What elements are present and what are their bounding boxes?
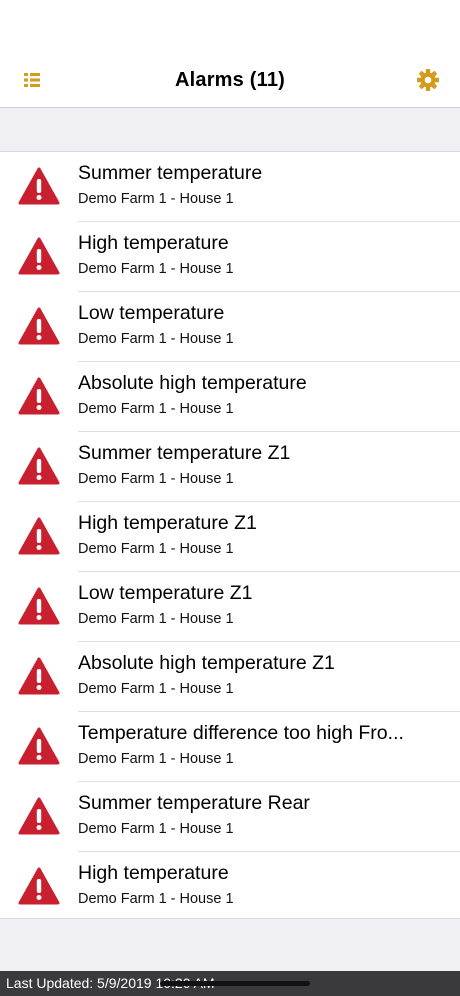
alarm-row[interactable]: Summer temperature Z1 Demo Farm 1 - House… [0,432,460,502]
alarm-location: Demo Farm 1 - House 1 [78,891,234,907]
gear-icon [417,69,439,91]
alarm-title: Summer temperature Rear [78,792,310,814]
alarm-row[interactable]: High temperature Demo Farm 1 - House 1 [0,852,460,922]
alarm-row[interactable]: Absolute high temperature Demo Farm 1 - H… [0,362,460,432]
warning-triangle-icon [18,517,60,555]
alarm-title: Low temperature [78,302,225,324]
alarm-location: Demo Farm 1 - House 1 [78,401,234,417]
alarm-location: Demo Farm 1 - House 1 [78,331,234,347]
warning-triangle-icon [18,867,60,905]
alarm-row[interactable]: Temperature difference too high Fro... De… [0,712,460,782]
page-title: Alarms (11) [174,69,286,91]
alarm-row[interactable]: Absolute high temperature Z1 Demo Farm 1 … [0,642,460,712]
warning-triangle-icon [18,727,60,765]
alarm-row[interactable]: High temperature Demo Farm 1 - House 1 [0,222,460,292]
warning-triangle-icon [18,447,60,485]
warning-triangle-icon [18,307,60,345]
alarm-title: Absolute high temperature Z1 [78,652,335,674]
alarm-location: Demo Farm 1 - House 1 [78,191,234,207]
warning-triangle-icon [18,167,60,205]
section-spacer [0,108,460,151]
alarm-list: Summer temperature Demo Farm 1 - House 1H… [0,151,460,919]
alarm-row[interactable]: Summer temperature Rear Demo Farm 1 - Hou… [0,782,460,852]
navigation-bar: Alarms (11) [0,52,460,108]
warning-triangle-icon [18,587,60,625]
alarm-row[interactable]: Low temperature Z1 Demo Farm 1 - House 1 [0,572,460,642]
alarm-location: Demo Farm 1 - House 1 [78,611,234,627]
alarm-location: Demo Farm 1 - House 1 [78,821,234,837]
warning-triangle-icon [18,377,60,415]
alarm-location: Demo Farm 1 - House 1 [78,261,234,277]
alarm-title: Temperature difference too high Fro... [78,722,404,744]
warning-triangle-icon [18,797,60,835]
warning-triangle-icon [18,237,60,275]
alarm-row[interactable]: High temperature Z1 Demo Farm 1 - House 1 [0,502,460,572]
alarm-title: Low temperature Z1 [78,582,253,604]
alarm-row[interactable]: Low temperature Demo Farm 1 - House 1 [0,292,460,362]
alarm-row[interactable]: Summer temperature Demo Farm 1 - House 1 [0,152,460,222]
alarm-title: Absolute high temperature [78,372,307,394]
settings-button[interactable] [414,66,442,94]
alarm-title: Summer temperature Z1 [78,442,291,464]
alarm-location: Demo Farm 1 - House 1 [78,751,234,767]
home-indicator[interactable] [160,981,310,986]
alarm-title: High temperature [78,862,229,884]
warning-triangle-icon [18,657,60,695]
alarm-location: Demo Farm 1 - House 1 [78,541,234,557]
alarm-title: High temperature [78,232,229,254]
alarm-title: High temperature Z1 [78,512,257,534]
status-bar-area [0,0,460,52]
alarm-title: Summer temperature [78,162,263,184]
alarm-location: Demo Farm 1 - House 1 [78,471,234,487]
alarm-location: Demo Farm 1 - House 1 [78,681,234,697]
